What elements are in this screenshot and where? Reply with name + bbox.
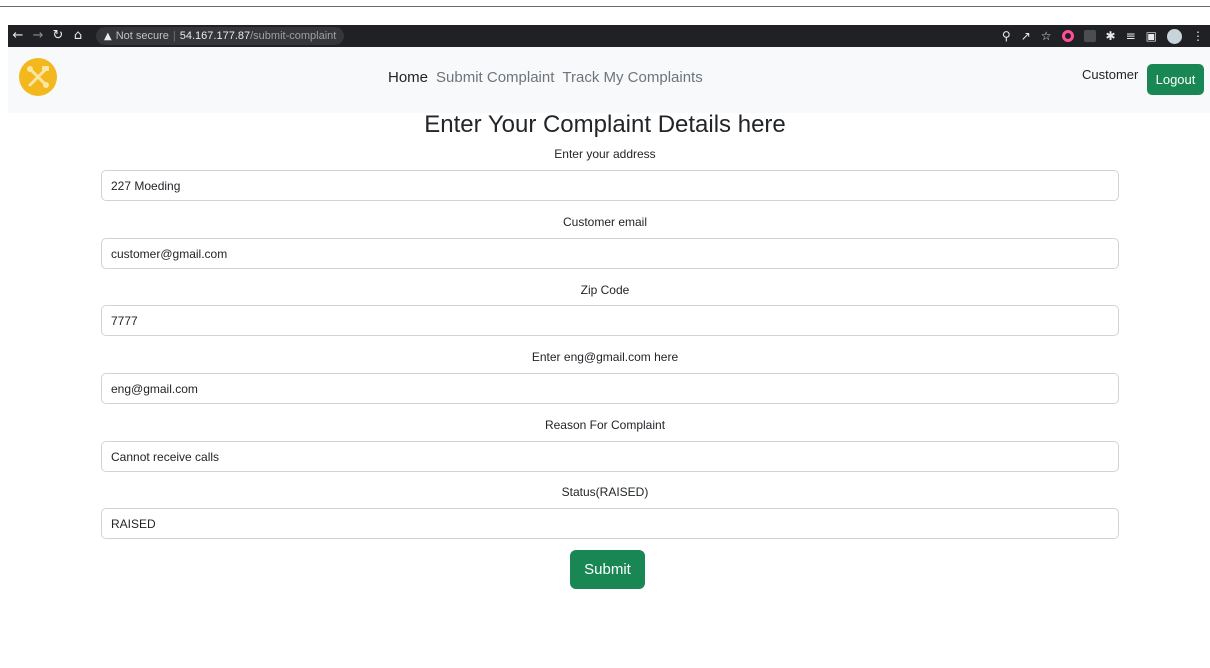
engineer-email-label: Enter eng@gmail.com here [531, 350, 679, 364]
status-input[interactable]: RAISED [101, 508, 1119, 539]
logo-icon[interactable] [19, 58, 57, 96]
app-navbar: Home Submit Complaint Track My Complaint… [8, 47, 1210, 113]
nav-link-home[interactable]: Home [388, 69, 428, 86]
puzzle-icon[interactable]: ✱ [1106, 25, 1116, 47]
url-host: 54.167.177.87 [179, 30, 251, 42]
nav-link-track-complaints[interactable]: Track My Complaints [562, 69, 702, 86]
forward-icon[interactable]: → [28, 26, 48, 46]
reading-list-icon[interactable]: ≡ [1126, 25, 1136, 47]
extension-icon[interactable] [1083, 30, 1096, 42]
zip-code-input[interactable]: 7777 [101, 305, 1119, 336]
reason-label: Reason For Complaint [544, 418, 666, 432]
extension-icon[interactable] [1061, 30, 1074, 42]
browser-toolbar: ← → ↻ ⌂ ▲ Not secure | 54.167.177.87 /su… [8, 25, 1210, 47]
reload-icon[interactable]: ↻ [48, 26, 68, 46]
share-icon[interactable]: ↗ [1021, 25, 1031, 47]
engineer-email-input[interactable]: eng@gmail.com [101, 373, 1119, 404]
browser-actions: ⚲ ↗ ☆ ✱ ≡ ▣ ⋮ [1002, 25, 1204, 47]
address-label: Enter your address [554, 147, 656, 161]
top-divider [0, 6, 1210, 7]
user-role-label: Customer [1082, 67, 1139, 82]
address-bar[interactable]: ▲ Not secure | 54.167.177.87 /submit-com… [96, 27, 344, 45]
url-path: /submit-complaint [250, 30, 337, 42]
customer-email-label: Customer email [562, 215, 648, 229]
page-title: Enter Your Complaint Details here [424, 111, 786, 138]
menu-kebab-icon[interactable]: ⋮ [1192, 25, 1204, 47]
side-panel-icon[interactable]: ▣ [1146, 25, 1157, 47]
nav-link-submit-complaint[interactable]: Submit Complaint [436, 69, 554, 86]
zip-code-label: Zip Code [580, 283, 630, 297]
address-input[interactable]: 227 Moeding [101, 170, 1119, 201]
submit-button[interactable]: Submit [570, 550, 645, 589]
key-icon[interactable]: ⚲ [1002, 25, 1011, 47]
nav-links: Home Submit Complaint Track My Complaint… [388, 69, 703, 86]
back-icon[interactable]: ← [8, 26, 28, 46]
reason-input[interactable]: Cannot receive calls [101, 441, 1119, 472]
status-label: Status(RAISED) [561, 485, 649, 499]
security-label: Not secure [115, 30, 169, 42]
home-icon[interactable]: ⌂ [68, 26, 88, 46]
logout-button[interactable]: Logout [1147, 64, 1204, 95]
customer-email-input[interactable]: customer@gmail.com [101, 238, 1119, 269]
star-icon[interactable]: ☆ [1041, 25, 1052, 47]
address-separator: | [172, 30, 176, 42]
warning-icon: ▲ [104, 30, 112, 42]
profile-avatar-icon[interactable] [1167, 28, 1182, 44]
